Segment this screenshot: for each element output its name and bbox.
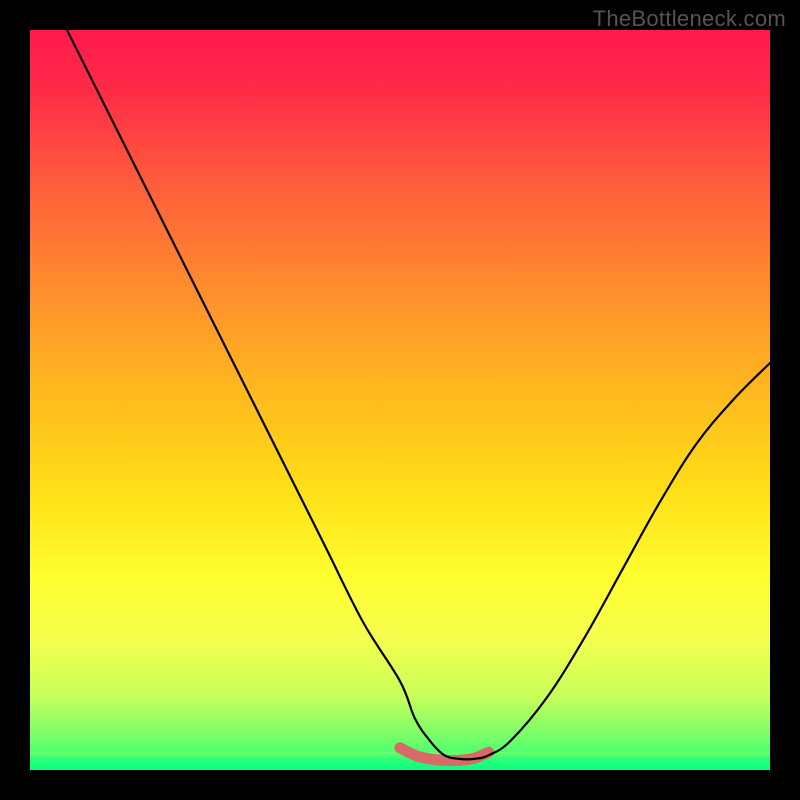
chart-frame: TheBottleneck.com (0, 0, 800, 800)
plot-area (30, 30, 770, 770)
gradient-background (30, 30, 770, 770)
green-bottom-band (30, 752, 770, 770)
watermark-text: TheBottleneck.com (593, 6, 786, 32)
